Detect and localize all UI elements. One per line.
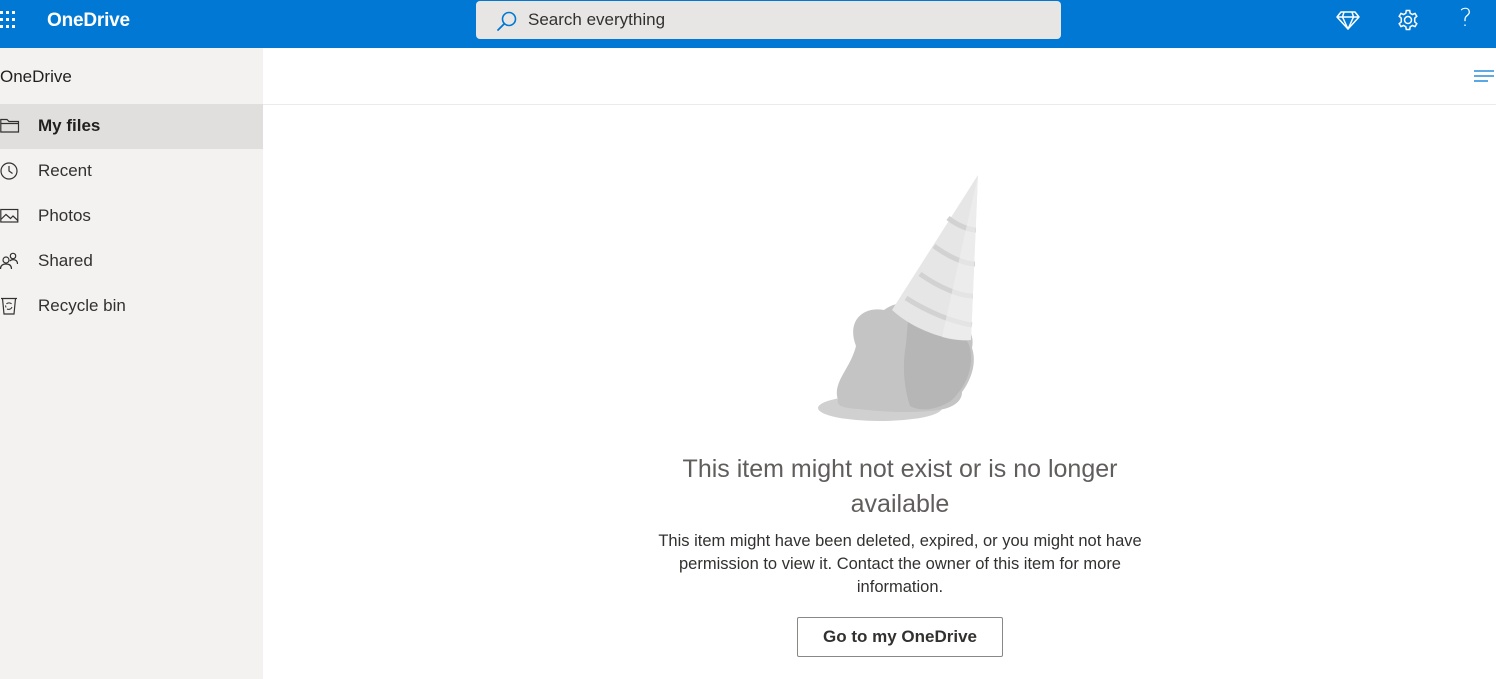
help-icon[interactable]: ? (1459, 3, 1472, 32)
view-options-icon[interactable] (1474, 68, 1494, 84)
premium-diamond-icon[interactable] (1336, 8, 1360, 32)
error-message: This item might have been deleted, expir… (658, 532, 1142, 596)
search-box[interactable] (476, 1, 1061, 39)
sidebar-item-shared[interactable]: Shared (0, 239, 263, 284)
error-title: This item might not exist or is no longe… (682, 455, 1118, 518)
sidebar-item-label: Recent (38, 161, 92, 180)
go-to-my-onedrive-button[interactable]: Go to my OneDrive (797, 617, 1003, 657)
search-icon (496, 10, 518, 32)
sidebar-item-label: Recycle bin (38, 296, 126, 315)
sidebar-item-recycle-bin[interactable]: Recycle bin (0, 284, 263, 329)
sidebar-item-photos[interactable]: Photos (0, 194, 263, 239)
sidebar-item-label: Shared (38, 251, 93, 270)
suite-header: OneDrive ? (0, 0, 1496, 48)
nav-list: My files Recent Photos Shared Recycle bi… (0, 104, 263, 329)
photo-icon (0, 205, 22, 227)
left-nav: OneDrive My files Recent Photos Shared R… (0, 48, 263, 679)
sidebar-item-label: Photos (38, 206, 91, 225)
folder-icon (0, 115, 22, 137)
sidebar-item-label: My files (38, 116, 101, 135)
recycle-bin-icon (0, 295, 22, 317)
nav-title: OneDrive (0, 67, 72, 86)
dropped-ice-cream-icon (812, 170, 992, 430)
app-name-link[interactable]: OneDrive (47, 10, 130, 32)
settings-gear-icon[interactable] (1396, 8, 1420, 32)
search-input[interactable] (528, 1, 1048, 39)
sidebar-item-my-files[interactable]: My files (0, 104, 263, 149)
people-icon (0, 250, 22, 272)
command-bar (263, 48, 1496, 105)
sidebar-item-recent[interactable]: Recent (0, 149, 263, 194)
clock-icon (0, 160, 22, 182)
app-launcher-icon[interactable] (0, 9, 18, 31)
